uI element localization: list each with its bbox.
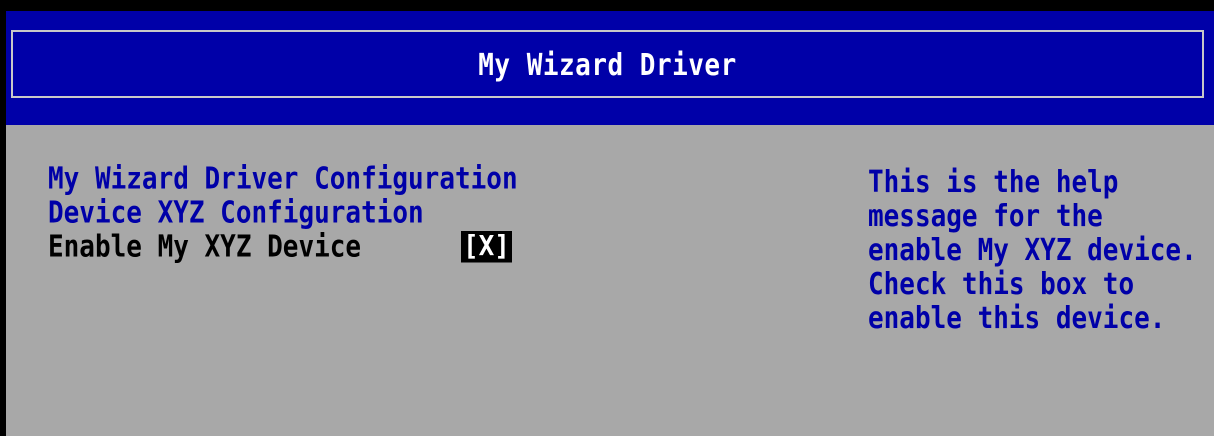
- bios-setup-screen: My Wizard Driver My Wizard Driver Config…: [0, 0, 1214, 436]
- title-frame: My Wizard Driver: [11, 30, 1204, 98]
- enable-device-checkbox[interactable]: [X]: [461, 231, 512, 263]
- form-set-link[interactable]: My Wizard Driver Configuration: [48, 163, 518, 195]
- enable-device-label[interactable]: Enable My XYZ Device: [48, 231, 361, 263]
- page-title: My Wizard Driver: [478, 48, 737, 84]
- help-text-line: enable this device.: [868, 301, 1166, 336]
- title-bar: My Wizard Driver: [6, 11, 1214, 125]
- help-text-panel: This is the help message for the enable …: [868, 163, 1208, 335]
- form-area: My Wizard Driver Configuration Device XY…: [6, 125, 1214, 436]
- subtitle-link[interactable]: Device XYZ Configuration: [48, 197, 424, 229]
